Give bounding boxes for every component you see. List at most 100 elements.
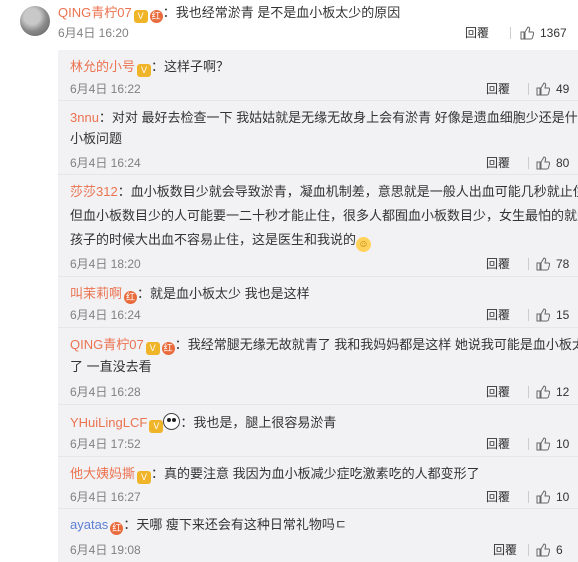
- separator: [528, 83, 529, 95]
- divider: [58, 456, 578, 457]
- separator: [528, 258, 529, 270]
- comment-text: ：我也经常淤青 是不是血小板太少的原因: [162, 5, 401, 20]
- separator: [528, 157, 529, 169]
- thumbs-up-icon: [536, 437, 551, 451]
- reply-line: 但血小板数目少的人可能要一二十秒才能止住，很多人都囿血小板数目少，女生最怕的就是…: [70, 208, 578, 223]
- reply-line: 了 一直没去看: [70, 359, 152, 374]
- reply-line: YHuiLingLCF V ：我也是，腿上很容易淤青: [70, 413, 336, 433]
- reply-button[interactable]: 回覆: [486, 155, 510, 171]
- separator: [528, 544, 529, 556]
- like-count: 15: [556, 308, 570, 322]
- like-count: 12: [556, 385, 570, 399]
- reply-line: 林允的小号 V ：这样子啊？: [70, 58, 229, 77]
- red-badge-icon: 红: [161, 342, 175, 355]
- timestamp: 6月4日 18:20: [70, 257, 141, 271]
- replies-thread: 林允的小号 V ：这样子啊？ 6月4日 16:22 回覆 49 3nnu：对对 最好…: [58, 50, 578, 562]
- vip-badge-icon: V: [133, 10, 148, 23]
- reply-line: 莎莎312：血小板数目少就会导致淤青，凝血机制差，意思就是一般人出血可能几秒就止…: [70, 183, 578, 201]
- username[interactable]: QING青柠07: [70, 337, 144, 352]
- red-badge-icon: 红: [149, 10, 163, 23]
- username[interactable]: 他大姨妈撕: [70, 466, 135, 481]
- username[interactable]: ayatas: [70, 517, 108, 532]
- reply-text: ：天哪 瘦下来还会有这种日常礼物吗ㄷ: [123, 517, 347, 532]
- like-button[interactable]: 10: [536, 489, 569, 505]
- timestamp: 6月4日 17:52: [70, 437, 141, 451]
- separator: [528, 386, 529, 398]
- thumbs-up-icon: [520, 26, 535, 40]
- username[interactable]: 3nnu: [70, 110, 99, 125]
- reply-button[interactable]: 回覆: [486, 81, 510, 97]
- separator: [528, 491, 529, 503]
- separator: [510, 27, 511, 39]
- username[interactable]: 林允的小号: [70, 59, 135, 74]
- timestamp: 6月4日 16:20: [58, 26, 129, 40]
- vip-badge-icon: V: [137, 471, 152, 484]
- like-count: 10: [556, 437, 570, 451]
- timestamp: 6月4日 16:22: [70, 82, 141, 96]
- red-badge-icon: 红: [110, 522, 124, 535]
- vip-badge-icon: V: [145, 342, 160, 355]
- like-count: 6: [556, 543, 563, 557]
- like-count: 1367: [540, 26, 567, 40]
- reply-line: 他大姨妈撕 V ：真的要注意 我因为血小板减少症吃激素吃的人都变形了: [70, 465, 480, 484]
- username[interactable]: 莎莎312: [70, 184, 118, 199]
- like-count: 49: [556, 82, 570, 96]
- thumbs-up-icon: [536, 543, 551, 557]
- reply-text: ：真的要注意 我因为血小板减少症吃激素吃的人都变形了: [151, 466, 480, 481]
- like-button[interactable]: 10: [536, 436, 569, 452]
- reply-text: ：就是血小板太少 我也是这样: [137, 286, 310, 301]
- username[interactable]: QING青柠07: [58, 5, 132, 20]
- reply-line: QING青柠07 V 红：我经常腿无缘无故就青了 我和我妈妈都是这样 她说我可能是血…: [70, 336, 578, 355]
- avatar[interactable]: [20, 6, 50, 36]
- thumbs-up-icon: [536, 82, 551, 96]
- reply-line: 3nnu：对对 最好去检查一下 我姑姑就是无缘无故身上会有淤青 好像是遗血细胞少…: [70, 109, 578, 127]
- like-count: 78: [556, 257, 570, 271]
- like-button[interactable]: 78: [536, 256, 569, 272]
- divider: [58, 404, 578, 405]
- vip-badge-icon: V: [137, 64, 152, 77]
- reply-line: 孩子的时候大出血不容易止住，这是医生和我说的 ☺: [70, 231, 372, 252]
- reply-text: ：我经常腿无缘无故就青了 我和我妈妈都是这样 她说我可能是血小板太少: [174, 337, 578, 352]
- reply-button[interactable]: 回覆: [486, 256, 510, 272]
- like-button[interactable]: 6: [536, 542, 563, 558]
- reply-button[interactable]: 回覆: [486, 489, 510, 505]
- divider: [58, 327, 578, 328]
- reply-text: 孩子的时候大出血不容易止住，这是医生和我说的: [70, 232, 357, 247]
- reply-text: ：对对 最好去检查一下 我姑姑就是无缘无故身上会有淤青 好像是遗血细胞少还是什么…: [98, 110, 578, 125]
- like-count: 80: [556, 156, 570, 170]
- reply-button[interactable]: 回覆: [486, 436, 510, 452]
- reply-text: ：血小板数目少就会导致淤青，凝血机制差，意思就是一般人出血可能几秒就止住，: [117, 184, 578, 199]
- reply-button[interactable]: 回覆: [465, 25, 489, 41]
- thumbs-up-icon: [536, 156, 551, 170]
- reply-button[interactable]: 回覆: [486, 307, 510, 323]
- divider: [58, 174, 578, 175]
- timestamp: 6月4日 16:28: [70, 385, 141, 399]
- panda-badge-icon: [163, 413, 181, 430]
- timestamp: 6月4日 16:24: [70, 156, 141, 170]
- divider: [58, 276, 578, 277]
- reply-line: 叫茉莉啊红：就是血小板太少 我也是这样: [70, 285, 310, 304]
- reply-text: ：我也是，腿上很容易淤青: [180, 415, 337, 430]
- reply-button[interactable]: 回覆: [486, 384, 510, 400]
- emoji-icon: ☺: [356, 237, 372, 252]
- thumbs-up-icon: [536, 385, 551, 399]
- thumbs-up-icon: [536, 257, 551, 271]
- thumbs-up-icon: [536, 490, 551, 504]
- reply-button[interactable]: 回覆: [493, 542, 517, 558]
- username[interactable]: YHuiLingLCF: [70, 415, 147, 430]
- like-button[interactable]: 49: [536, 81, 569, 97]
- like-button[interactable]: 1367: [520, 25, 567, 41]
- separator: [528, 438, 529, 450]
- like-count: 10: [556, 490, 570, 504]
- username[interactable]: 叫茉莉啊: [70, 286, 122, 301]
- reply-line: ayatas 红：天哪 瘦下来还会有这种日常礼物吗ㄷ: [70, 516, 347, 535]
- reply-line: 小板问题: [70, 131, 123, 146]
- timestamp: 6月4日 16:27: [70, 490, 141, 504]
- like-button[interactable]: 80: [536, 155, 569, 171]
- thumbs-up-icon: [536, 308, 551, 322]
- top-comment: QING青柠07 V 红：我也经常淤青 是不是血小板太少的原因 6月4日 16:20…: [0, 0, 578, 50]
- like-button[interactable]: 12: [536, 384, 569, 400]
- timestamp: 6月4日 19:08: [70, 543, 141, 557]
- like-button[interactable]: 15: [536, 307, 569, 323]
- separator: [528, 309, 529, 321]
